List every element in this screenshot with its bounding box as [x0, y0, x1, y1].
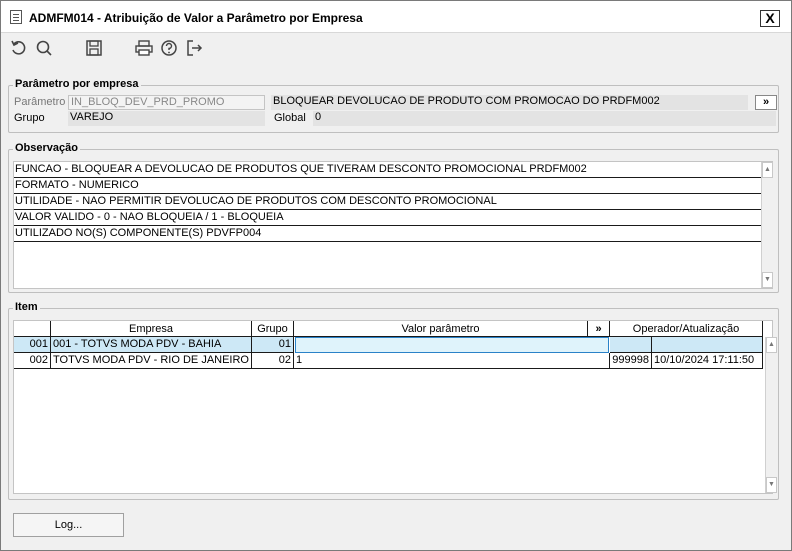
window: ADMFM014 - Atribuição de Valor a Parâmet…	[0, 0, 792, 551]
save-icon[interactable]	[84, 38, 104, 58]
exit-icon[interactable]	[184, 38, 204, 58]
table-row[interactable]: 002 TOTVS MODA PDV - RIO DE JANEIRO - NO…	[14, 353, 766, 369]
parametro-expand-button[interactable]: »	[755, 95, 777, 110]
row-number: 001	[14, 337, 51, 353]
grupo-cell[interactable]: 02	[252, 353, 294, 369]
observacao-line: UTILIDADE - NAO PERMITIR DEVOLUCAO DE PR…	[14, 194, 762, 210]
close-button[interactable]: X	[760, 10, 780, 27]
search-icon[interactable]	[34, 38, 54, 58]
valor-cell[interactable]: 1	[294, 353, 610, 369]
global-field: 0	[313, 111, 776, 126]
observacao-list[interactable]: FUNCAO - BLOQUEAR A DEVOLUCAO DE PRODUTO…	[13, 161, 773, 289]
empresa-cell[interactable]: TOTVS MODA PDV - RIO DE JANEIRO - NO	[51, 353, 252, 369]
observacao-scrollbar[interactable]: ▲ ▼	[761, 162, 773, 288]
toolbar	[1, 34, 791, 62]
observacao-line: UTILIZADO NO(S) COMPONENTE(S) PDVFP004	[14, 226, 762, 242]
header-grupo[interactable]: Grupo	[252, 321, 294, 337]
header-operador[interactable]: Operador/Atualização	[610, 321, 763, 337]
grid-header: Empresa Grupo Valor parâmetro » Operador…	[14, 321, 766, 337]
scroll-down-icon[interactable]: ▼	[766, 477, 777, 493]
log-button[interactable]: Log...	[13, 513, 124, 537]
header-rownum	[14, 321, 51, 337]
observacao-line: FUNCAO - BLOQUEAR A DEVOLUCAO DE PRODUTO…	[14, 162, 762, 178]
table-row[interactable]: 001 001 - TOTVS MODA PDV - BAHIA 01	[14, 337, 766, 353]
item-legend: Item	[13, 301, 40, 313]
valor-input[interactable]	[295, 337, 609, 353]
observacao-group: Observação FUNCAO - BLOQUEAR A DEVOLUCAO…	[8, 142, 779, 293]
item-grid: Empresa Grupo Valor parâmetro » Operador…	[13, 320, 777, 494]
parametro-legend: Parâmetro por empresa	[13, 78, 141, 90]
scroll-up-icon[interactable]: ▲	[762, 162, 773, 178]
title-bar: ADMFM014 - Atribuição de Valor a Parâmet…	[1, 1, 791, 33]
observacao-line: FORMATO - NUMERICO	[14, 178, 762, 194]
header-expand-button[interactable]: »	[588, 321, 610, 337]
parametro-group: Parâmetro por empresa Parâmetro IN_BLOQ_…	[8, 78, 779, 133]
parametro-description-field: BLOQUEAR DEVOLUCAO DE PRODUTO COM PROMOC…	[271, 95, 748, 110]
row-number: 002	[14, 353, 51, 369]
grupo-label: Grupo	[14, 112, 45, 124]
item-group: Item Empresa Grupo Valor parâmetro » Ope…	[8, 301, 779, 500]
global-label: Global	[274, 112, 306, 124]
grupo-field: VAREJO	[68, 111, 265, 126]
operador-cell	[610, 337, 652, 353]
observacao-legend: Observação	[13, 142, 80, 154]
observacao-line: VALOR VALIDO - 0 - NAO BLOQUEIA / 1 - BL…	[14, 210, 762, 226]
window-title: ADMFM014 - Atribuição de Valor a Parâmet…	[29, 11, 363, 25]
atualizacao-cell: 10/10/2024 17:11:50	[652, 353, 763, 369]
empresa-cell[interactable]: 001 - TOTVS MODA PDV - BAHIA	[51, 337, 252, 353]
print-icon[interactable]	[134, 38, 154, 58]
atualizacao-cell	[652, 337, 763, 353]
parametro-field[interactable]: IN_BLOQ_DEV_PRD_PROMO	[68, 95, 265, 110]
grupo-cell[interactable]: 01	[252, 337, 294, 353]
item-scrollbar[interactable]: ▲ ▼	[765, 337, 777, 493]
header-empresa[interactable]: Empresa	[51, 321, 252, 337]
undo-icon[interactable]	[9, 38, 29, 58]
operador-cell: 999998	[610, 353, 652, 369]
header-valor[interactable]: Valor parâmetro	[294, 321, 588, 337]
scroll-up-icon[interactable]: ▲	[766, 337, 777, 353]
document-icon	[10, 10, 22, 24]
scroll-down-icon[interactable]: ▼	[762, 272, 773, 288]
parametro-label: Parâmetro	[14, 96, 66, 108]
help-icon[interactable]	[159, 38, 179, 58]
